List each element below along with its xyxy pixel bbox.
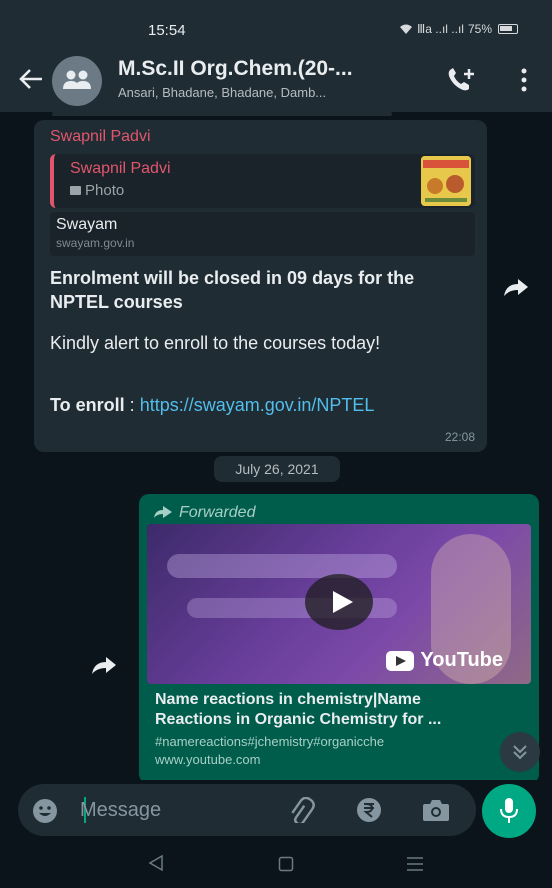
nav-recents-button[interactable] — [406, 856, 424, 877]
more-options-button[interactable] — [520, 68, 528, 97]
message-input[interactable] — [80, 796, 280, 824]
chat-header: M.Sc.II Org.Chem.(20-... Ansari, Bhadane… — [0, 50, 552, 112]
photo-icon — [70, 186, 81, 195]
scroll-to-bottom-button[interactable] — [500, 732, 540, 772]
battery-percent: 75% — [467, 22, 492, 36]
video-title-line: Reactions in Organic Chemistry for ... — [155, 711, 442, 728]
rupee-icon — [357, 798, 381, 822]
thumbnail-image — [421, 156, 471, 206]
link-preview-title: Swayam — [56, 216, 118, 233]
quoted-photo-thumbnail — [421, 156, 471, 206]
nav-back-icon — [148, 854, 163, 872]
enroll-label: To enroll — [50, 395, 125, 415]
wifi-icon — [400, 24, 413, 34]
outgoing-message[interactable]: Forwarded YouTube Name reactions in chem… — [139, 494, 539, 780]
status-time: 15:54 — [148, 22, 186, 39]
add-call-button[interactable] — [446, 66, 476, 99]
attach-icon — [291, 796, 315, 826]
video-preview[interactable]: YouTube — [147, 524, 531, 684]
chat-members[interactable]: Ansari, Bhadane, Bhadane, Damb... — [118, 85, 326, 100]
more-vert-icon — [521, 68, 527, 92]
forwarded-text: Forwarded — [179, 504, 256, 521]
group-avatar[interactable] — [52, 56, 102, 106]
forward-icon — [92, 657, 116, 674]
signal-indicator: Ⅲa ..ıl ..ıl — [417, 22, 464, 36]
message-composer[interactable] — [18, 784, 476, 836]
compose-bar — [0, 780, 552, 840]
status-bar: 15:54 Ⅲa ..ıl ..ıl 75% — [0, 0, 552, 50]
youtube-icon — [386, 650, 415, 671]
message-bold-text: Enrolment will be closed in 09 days for … — [50, 268, 415, 312]
video-title[interactable]: Name reactions in chemistry|Name Reactio… — [155, 690, 527, 730]
youtube-logo: YouTube — [386, 649, 503, 672]
message-time: 22:08 — [444, 430, 475, 444]
battery-icon — [498, 24, 518, 34]
nav-menu-icon — [407, 857, 423, 871]
emoji-icon — [33, 799, 57, 823]
link-preview-domain: swayam.gov.in — [56, 236, 135, 250]
forward-button-outgoing[interactable] — [86, 648, 122, 684]
camera-icon — [423, 800, 449, 821]
youtube-brand: YouTube — [420, 649, 503, 671]
previous-message-edge — [52, 112, 392, 116]
system-nav-bar — [0, 840, 552, 888]
chat-title[interactable]: M.Sc.II Org.Chem.(20-... — [118, 57, 353, 81]
forwarded-icon — [154, 506, 172, 518]
message-enroll-line: To enroll : https://swayam.gov.in/NPTEL — [50, 394, 470, 416]
payment-button[interactable] — [356, 797, 382, 828]
back-button[interactable] — [18, 62, 44, 92]
video-domain: www.youtube.com — [155, 752, 261, 767]
nav-back-button[interactable] — [148, 854, 164, 877]
enroll-separator: : — [124, 395, 140, 415]
preview-blur — [167, 554, 397, 578]
nav-home-button[interactable] — [278, 856, 294, 877]
group-avatar-icon — [63, 70, 91, 89]
add-call-icon — [448, 68, 474, 91]
forward-icon — [504, 279, 528, 296]
attach-button[interactable] — [288, 796, 318, 828]
forwarded-label: Forwarded — [153, 504, 255, 522]
message-sender[interactable]: Swapnil Padvi — [50, 128, 151, 146]
camera-button[interactable] — [422, 798, 450, 827]
chevrons-down-icon — [513, 745, 527, 760]
voice-record-button[interactable] — [482, 784, 536, 838]
back-arrow-icon — [19, 69, 42, 89]
video-title-line: Name reactions in chemistry|Name — [155, 691, 421, 708]
video-tags: #namereactions#jchemistry#organicche — [155, 734, 385, 749]
message-body-text: Kindly alert to enroll to the courses to… — [50, 333, 381, 353]
nav-home-icon — [278, 856, 294, 872]
enroll-link[interactable]: https://swayam.gov.in/NPTEL — [140, 395, 375, 415]
forward-button-incoming[interactable] — [498, 270, 534, 306]
incoming-message[interactable]: Swapnil Padvi Swapnil Padvi Photo Swayam… — [34, 120, 487, 452]
mic-icon — [500, 798, 518, 823]
link-preview[interactable]: Swayam swayam.gov.in — [50, 212, 475, 256]
date-divider: July 26, 2021 — [214, 456, 340, 482]
chat-area[interactable]: Swapnil Padvi Swapnil Padvi Photo Swayam… — [12, 112, 542, 780]
emoji-button[interactable] — [32, 798, 58, 829]
quoted-type: Photo — [70, 182, 124, 199]
status-icons: Ⅲa ..ıl ..ıl 75% — [399, 22, 518, 36]
quoted-type-label: Photo — [85, 182, 125, 199]
quoted-message[interactable]: Swapnil Padvi Photo — [50, 154, 475, 208]
play-button[interactable] — [305, 574, 373, 630]
quoted-sender: Swapnil Padvi — [70, 160, 171, 177]
